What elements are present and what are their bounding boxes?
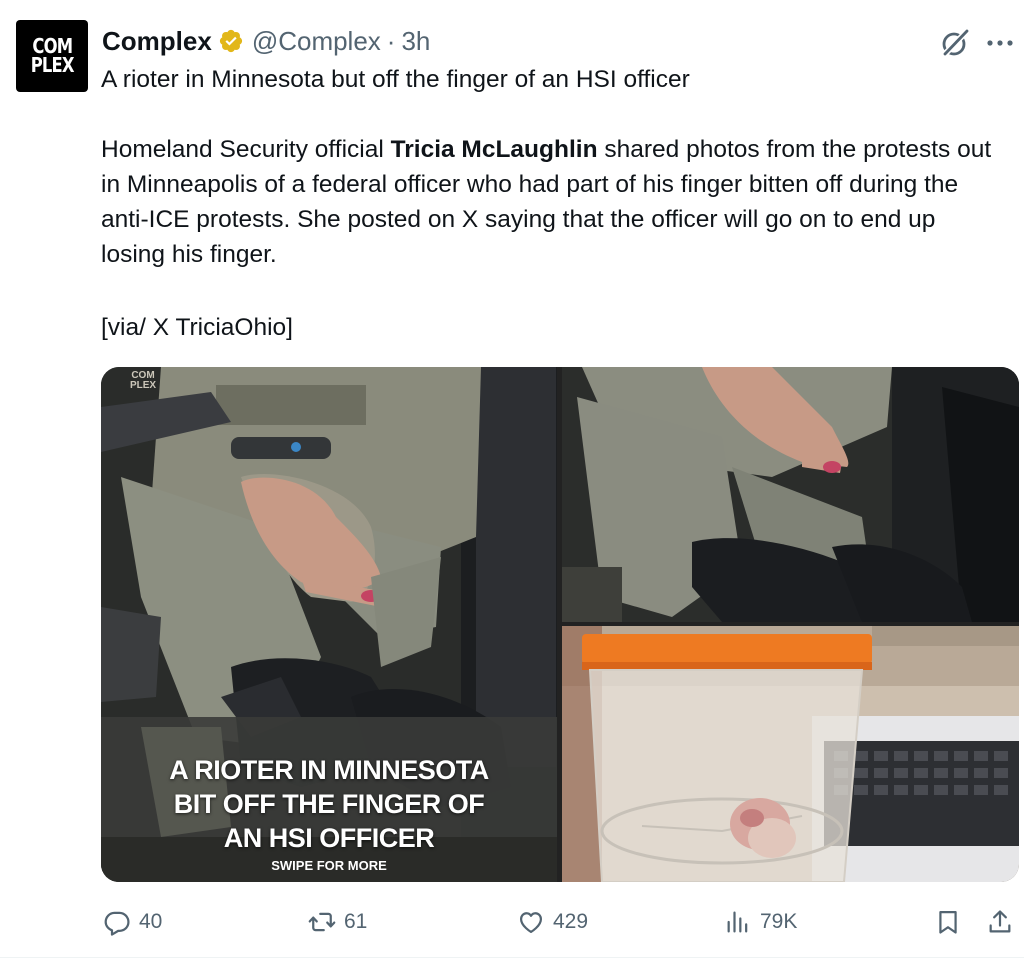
media-overlay-line2: BIT OFF THE FINGER OF [173,789,485,819]
swipe-for-more-label: SWIPE FOR MORE [271,858,387,873]
repost-count: 61 [344,910,368,933]
repost-icon [308,912,336,932]
share-button[interactable] [986,898,1014,946]
author-name[interactable]: Complex [102,26,212,57]
like-button[interactable]: 429 [517,898,588,946]
post-body-start: Homeland Security official [101,136,391,163]
bottom-divider [0,957,1024,958]
mentioned-person: Tricia McLaughlin [390,136,598,163]
more-icon[interactable] [986,38,1014,48]
post-source: [via/ X TriciaOhio] [101,314,293,341]
separator-dot: · [386,25,396,56]
views-icon [727,911,748,933]
author-handle[interactable]: @Complex [252,26,381,57]
reply-count: 40 [139,910,163,933]
action-bar: 40 61 429 79K [0,898,1024,946]
share-icon [989,910,1011,933]
avatar[interactable]: COM PLEX [16,20,88,92]
like-count: 429 [553,910,589,933]
media-grid[interactable]: COM PLEX A RIOTER IN MINNESOTA BIT OFF TH… [101,367,1019,882]
bookmark-icon [939,910,957,934]
avatar-text-line2: PLEX [30,53,74,77]
post-header: Complex @Complex · 3h [102,24,430,58]
views-count: 79K [760,910,798,933]
media-watermark: COM PLEX [129,370,157,391]
like-icon [519,912,543,934]
repost-button[interactable]: 61 [308,898,367,946]
reply-icon [104,911,130,936]
verified-badge-icon[interactable] [218,28,244,54]
media-photo-3[interactable] [562,626,1019,882]
post-body: Homeland Security official Tricia McLaug… [101,132,1001,272]
post-title: A rioter in Minnesota but off the finger… [101,66,690,93]
media-photo-1[interactable]: COM PLEX A RIOTER IN MINNESOTA BIT OFF TH… [101,367,557,882]
views-button[interactable]: 79K [724,898,797,946]
media-overlay-line3: AN HSI OFFICER [223,823,435,853]
post-time[interactable]: 3h [401,26,430,57]
bookmark-button[interactable] [934,898,962,946]
reply-button[interactable]: 40 [103,898,162,946]
media-photo-2[interactable] [562,367,1019,622]
grok-icon[interactable] [938,26,972,60]
media-overlay-line1: A RIOTER IN MINNESOTA [169,755,489,785]
